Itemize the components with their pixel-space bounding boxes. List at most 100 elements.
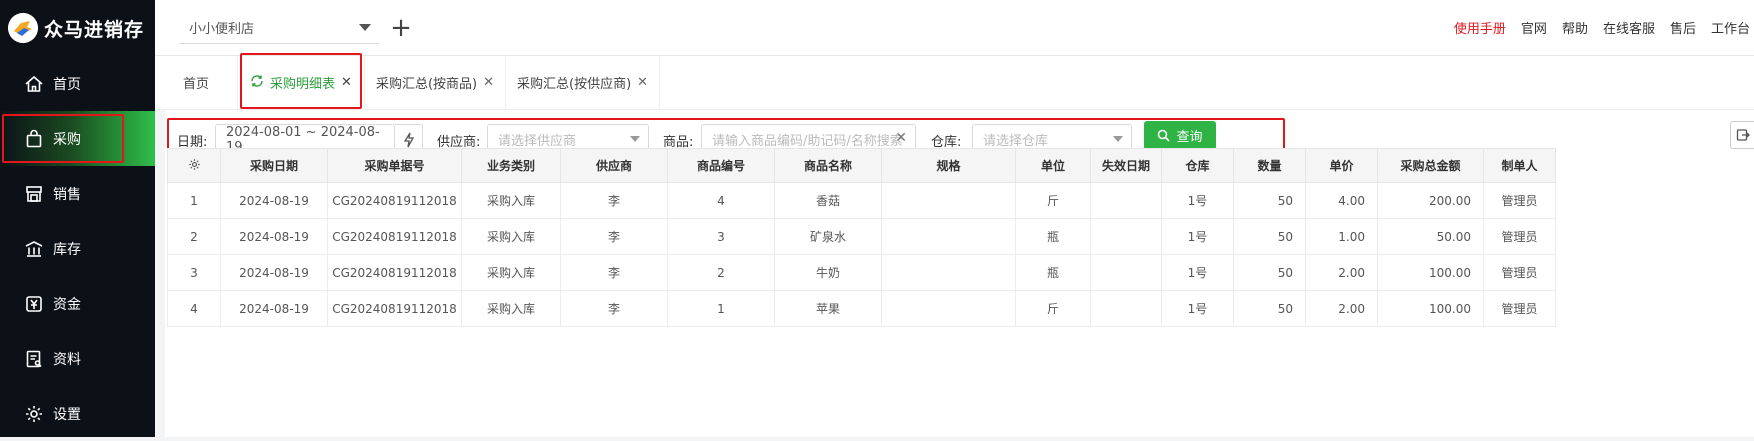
export-icon [1736,129,1750,141]
column-header[interactable]: 采购日期 [220,148,328,183]
tab-home[interactable]: 首页 [155,55,239,110]
cell-business-type: 采购入库 [461,254,561,291]
column-header[interactable]: 单价 [1305,148,1378,183]
row-index: 4 [167,290,221,327]
clear-icon[interactable]: ✕ [895,130,907,146]
cell-date: 2024-08-19 [220,218,328,255]
cell-doc-number[interactable]: CG20240819112018 [327,182,462,219]
cell-business-type: 采购入库 [461,218,561,255]
sidebar-item-purchase[interactable]: 采购 [0,111,155,166]
cell-unit-price: 1.00 [1305,218,1378,255]
tab-label: 首页 [183,77,210,92]
close-icon[interactable]: ✕ [637,75,648,90]
cell-product-name: 苹果 [774,290,882,327]
cell-maker: 管理员 [1483,254,1556,291]
column-header[interactable]: 仓库 [1161,148,1234,183]
app-name: 众马进销存 [44,18,145,41]
link-workbench[interactable]: 工作台 [1711,18,1750,37]
tab-bar: 首页 采购明细表 ✕ 采购汇总(按商品) ✕ 采购汇总(按供应商) ✕ [155,52,1754,110]
cell-quantity: 50 [1233,182,1306,219]
sidebar-item-sales[interactable]: 销售 [0,166,155,221]
cell-doc-number[interactable]: CG20240819112018 [327,290,462,327]
column-header[interactable]: 业务类别 [461,148,561,183]
cell-supplier: 李 [560,182,668,219]
store-select-value: 小小便利店 [189,21,255,37]
sidebar-item-settings[interactable]: 设置 [0,386,155,441]
sidebar-item-data[interactable]: 资料 [0,331,155,386]
sidebar-item-label: 销售 [53,186,81,203]
add-store-icon[interactable]: + [389,15,413,41]
tab-purchase-summary-supplier[interactable]: 采购汇总(按供应商) ✕ [506,55,661,110]
column-header[interactable]: 采购总金额 [1377,148,1484,183]
column-header[interactable]: 单位 [1015,148,1091,183]
link-website[interactable]: 官网 [1521,18,1547,37]
link-help[interactable]: 帮助 [1562,18,1588,37]
cell-quantity: 50 [1233,218,1306,255]
sidebar-item-home[interactable]: 首页 [0,56,155,111]
cell-unit-price: 2.00 [1305,290,1378,327]
store-select[interactable]: 小小便利店 [179,12,379,44]
cell-doc-number[interactable]: CG20240819112018 [327,254,462,291]
cell-date: 2024-08-19 [220,182,328,219]
gear-icon [24,404,44,424]
top-links: 使用手册 官网 帮助 在线客服 售后 工作台 [1454,18,1754,37]
cell-supplier: 李 [560,218,668,255]
cell-total: 100.00 [1377,290,1484,327]
cell-date: 2024-08-19 [220,254,328,291]
cell-product-code: 3 [667,218,775,255]
cell-supplier: 李 [560,290,668,327]
column-header[interactable]: 制单人 [1483,148,1556,183]
cell-expiry [1090,290,1162,327]
cell-date: 2024-08-19 [220,290,328,327]
sidebar-item-inventory[interactable]: 库存 [0,221,155,276]
sidebar-item-label: 库存 [53,241,81,258]
horse-logo-icon [8,13,38,43]
chevron-down-icon [359,23,371,31]
sidebar: 众马进销存 首页 采购 销售 库存 资金 资料 设置 [0,0,155,437]
export-button[interactable] [1730,121,1754,149]
cell-expiry [1090,182,1162,219]
table-row[interactable]: 2 2024-08-19 CG20240819112018 采购入库 李 3 矿… [167,218,1556,255]
cell-spec [881,254,1016,291]
sidebar-item-label: 资料 [53,351,81,368]
table-row[interactable]: 1 2024-08-19 CG20240819112018 采购入库 李 4 香… [167,182,1556,219]
sidebar-item-funds[interactable]: 资金 [0,276,155,331]
close-icon[interactable]: ✕ [483,75,494,90]
column-header[interactable]: 采购单据号 [327,148,462,183]
table-row[interactable]: 4 2024-08-19 CG20240819112018 采购入库 李 1 苹… [167,290,1556,327]
query-button[interactable]: 查询 [1144,121,1216,150]
column-header[interactable]: 失效日期 [1090,148,1162,183]
supplier-placeholder: 请选择供应商 [498,134,577,149]
cell-product-code: 1 [667,290,775,327]
tab-label: 采购汇总(按供应商) [517,77,632,92]
cell-product-name: 牛奶 [774,254,882,291]
tab-purchase-summary-product[interactable]: 采购汇总(按商品) ✕ [365,55,506,110]
highlight-frame [240,52,362,109]
column-header[interactable]: 数量 [1233,148,1306,183]
cell-doc-number[interactable]: CG20240819112018 [327,218,462,255]
column-settings-icon[interactable] [167,148,221,183]
sidebar-item-label: 设置 [53,406,81,423]
search-icon [1158,129,1171,142]
link-online-service[interactable]: 在线客服 [1603,18,1655,37]
cell-product-name: 矿泉水 [774,218,882,255]
cell-warehouse: 1号 [1161,218,1234,255]
column-header[interactable]: 商品编号 [667,148,775,183]
column-header[interactable]: 规格 [881,148,1016,183]
chevron-down-icon [630,136,640,142]
column-header[interactable]: 供应商 [560,148,668,183]
row-index: 3 [167,254,221,291]
yen-icon [24,294,44,314]
home-icon [24,74,44,94]
table-row[interactable]: 3 2024-08-19 CG20240819112018 采购入库 李 2 牛… [167,254,1556,291]
column-header[interactable]: 商品名称 [774,148,882,183]
cell-expiry [1090,218,1162,255]
link-manual[interactable]: 使用手册 [1454,18,1506,37]
cell-unit: 瓶 [1015,254,1091,291]
app-logo[interactable]: 众马进销存 [0,0,155,56]
link-after-sales[interactable]: 售后 [1670,18,1696,37]
row-index: 1 [167,182,221,219]
tab-purchase-detail[interactable]: 采购明细表 ✕ [238,52,365,110]
cell-spec [881,290,1016,327]
cell-maker: 管理员 [1483,290,1556,327]
